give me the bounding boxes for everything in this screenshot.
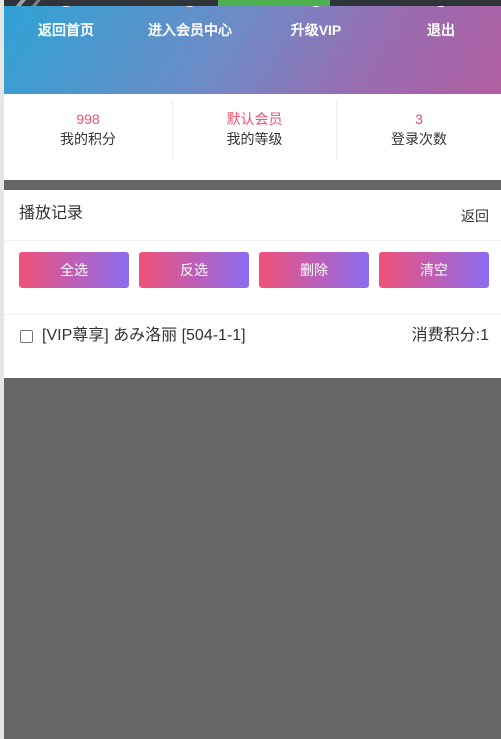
member-stats: 998 我的积分 默认会员 我的等级 3 登录次数 [4,94,501,180]
nav-logout[interactable]: 退出 [379,0,501,60]
item-points: 消费积分:1 [411,327,489,344]
list-item: [VIP尊享] あみ洛丽 [504-1-1] 消费积分:1 [4,314,501,358]
stat-points: 998 我的积分 [4,94,172,180]
divider [4,240,501,241]
stat-points-value: 998 [76,111,100,127]
nav-upgrade-vip-label: 升级VIP [290,22,342,38]
back-link[interactable]: 返回 [461,207,489,225]
nav-home-label: 返回首页 [38,22,94,38]
stat-logins-value: 3 [415,111,423,127]
item-checkbox[interactable] [20,330,33,343]
decorative-stripe [27,0,44,6]
top-bar [0,0,501,6]
nav-home[interactable]: 返回首页 [4,0,128,60]
stat-logins-label: 登录次数 [391,131,447,147]
select-all-button[interactable]: 全选 [19,252,129,288]
stat-level: 默认会员 我的等级 [173,94,336,180]
panel-title: 播放记录 [19,205,84,222]
active-nav-indicator [218,0,330,6]
item-title[interactable]: [VIP尊享] あみ洛丽 [504-1-1] [42,326,246,346]
stat-points-label: 我的积分 [60,131,116,147]
decorative-stripe [12,0,28,6]
nav-upgrade-vip[interactable]: 升级VIP [254,0,378,60]
invert-selection-button[interactable]: 反选 [139,252,249,288]
play-history-panel: 播放记录 返回 全选 反选 删除 清空 [VIP尊享] あみ洛丽 [504-1-… [4,190,501,378]
stat-level-label: 我的等级 [226,131,283,147]
left-edge [0,0,4,739]
delete-button[interactable]: 删除 [259,252,369,288]
nav-logout-label: 退出 [427,22,455,38]
nav-member-center-label: 进入会员中心 [148,22,232,38]
stat-level-value: 默认会员 [226,111,283,127]
stat-logins: 3 登录次数 [337,94,501,180]
nav-member-center[interactable]: 进入会员中心 [128,0,252,60]
clear-button[interactable]: 清空 [379,252,489,288]
header-banner: 返回首页 进入会员中心 升级VIP 退出 [4,0,501,94]
